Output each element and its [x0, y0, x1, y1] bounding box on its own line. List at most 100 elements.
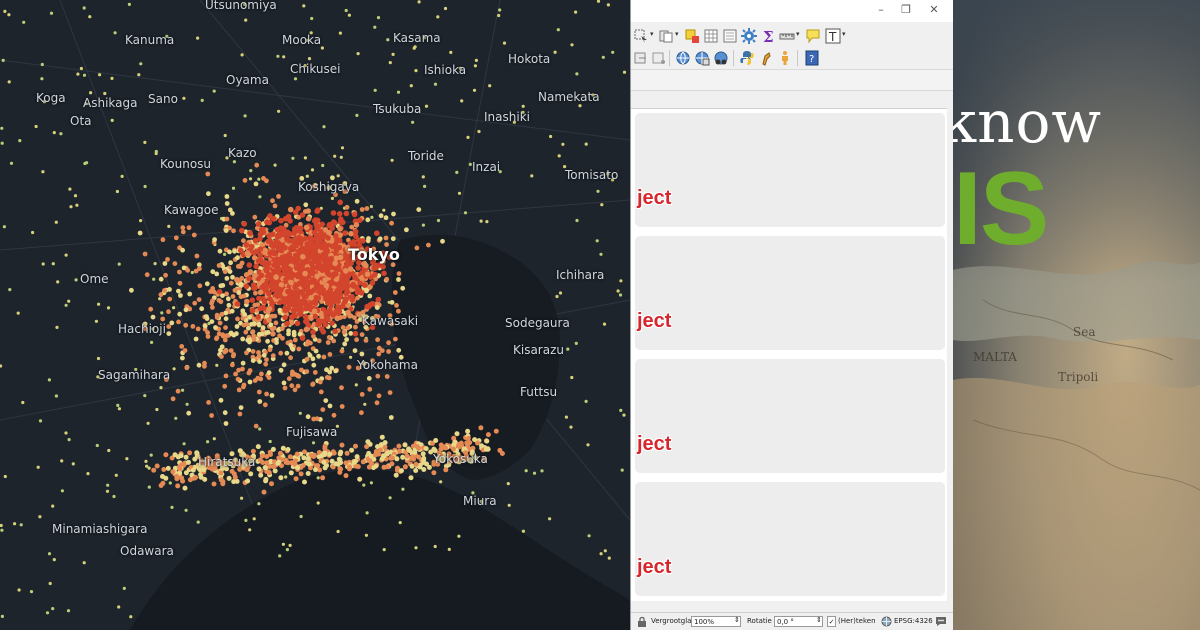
crs-label[interactable]: EPSG:4326 [894, 617, 933, 625]
map-point [570, 43, 574, 47]
map-point [68, 187, 72, 191]
dropdown-arrow-icon[interactable]: ▾ [675, 30, 679, 38]
select-feature-icon[interactable] [633, 28, 649, 44]
identify-person-icon[interactable] [777, 50, 793, 66]
svg-text:Σ: Σ [763, 28, 774, 44]
dropdown-arrow-icon[interactable]: ▾ [650, 30, 654, 38]
place-label: Mooka [282, 33, 322, 47]
map-point [252, 517, 256, 521]
map-point [390, 455, 395, 461]
map-point [144, 459, 148, 463]
crs-globe-icon[interactable] [881, 616, 892, 627]
map-point [327, 310, 334, 316]
python-console-icon[interactable] [739, 50, 755, 66]
map-point [241, 382, 247, 388]
add-wfs-layer-icon[interactable] [694, 50, 710, 66]
map-point [416, 454, 422, 460]
plugin-manager-icon[interactable] [758, 50, 774, 66]
map-point [270, 446, 276, 452]
map-point [186, 459, 191, 465]
map-point [413, 461, 419, 467]
map-point [312, 370, 318, 375]
map-point [234, 331, 239, 337]
map-point [117, 605, 121, 609]
map-point [237, 263, 243, 270]
project-card[interactable]: ject [635, 236, 945, 350]
map-point [228, 260, 234, 266]
add-wms-layer-icon[interactable] [675, 50, 691, 66]
map-point [381, 270, 387, 277]
map-point [258, 272, 265, 279]
rotation-spin-arrows-icon[interactable]: ⇕ [816, 616, 822, 624]
dropdown-arrow-icon[interactable]: ▾ [796, 30, 800, 38]
processing-gear-icon[interactable] [741, 28, 757, 44]
map-point [227, 207, 233, 213]
dropdown-arrow-icon[interactable]: ▾ [842, 30, 846, 38]
vertex-tool-icon[interactable] [651, 50, 667, 66]
map-point [222, 383, 228, 389]
project-card[interactable]: ject [635, 359, 945, 473]
maximize-button[interactable]: ❐ [894, 2, 918, 18]
map-point [56, 280, 60, 284]
map-point [122, 586, 126, 591]
measure-ruler-icon[interactable] [779, 28, 795, 44]
map-point [272, 203, 278, 209]
map-point [497, 13, 501, 18]
map-point [397, 448, 403, 454]
minimize-button[interactable]: – [869, 2, 893, 18]
copy-layer-icon[interactable] [658, 28, 674, 44]
map-point [271, 268, 277, 274]
field-calculator-icon[interactable] [722, 28, 738, 44]
add-wcs-layer-icon[interactable] [713, 50, 729, 66]
map-point [285, 305, 292, 312]
map-point [280, 445, 286, 451]
map-point [620, 468, 624, 472]
map-point [447, 547, 451, 552]
map-point [493, 428, 499, 434]
map-point [400, 285, 406, 291]
map-point [616, 289, 620, 293]
statistics-sigma-icon[interactable]: Σ [760, 28, 776, 44]
close-button[interactable]: ✕ [922, 2, 946, 18]
map-point [324, 367, 329, 373]
project-card[interactable]: ject [635, 482, 945, 596]
map-point [49, 11, 54, 15]
map-point [295, 465, 301, 471]
map-point [144, 272, 150, 278]
place-label: Hiratsuka [198, 455, 256, 469]
map-point [257, 177, 261, 181]
render-checkbox[interactable]: ✓ [827, 616, 836, 627]
map-point [241, 322, 247, 328]
help-book-icon[interactable]: ? [804, 50, 820, 66]
map-point [270, 353, 276, 358]
messages-icon[interactable] [935, 616, 947, 627]
map-point [273, 163, 277, 167]
digitize-icon[interactable] [633, 50, 649, 66]
map-tips-icon[interactable] [805, 28, 821, 44]
map-point [390, 236, 396, 242]
map-point [363, 338, 369, 343]
deselect-icon[interactable] [684, 28, 700, 44]
map-point [266, 305, 273, 312]
map-point [268, 439, 272, 444]
lock-scale-icon[interactable] [637, 616, 647, 628]
map-point [454, 431, 460, 437]
map-point [379, 434, 385, 440]
map-point [51, 262, 55, 266]
text-annotation-icon[interactable]: T [825, 28, 841, 44]
map-point [235, 376, 241, 382]
map-point [244, 18, 248, 22]
zoom-spin-arrows-icon[interactable]: ⇕ [734, 616, 740, 624]
map-point [277, 286, 283, 293]
place-label: Ome [80, 272, 109, 286]
attribute-table-icon[interactable] [703, 28, 719, 44]
point-density-map[interactable]: Utsunomiya Kanuma Mooka Kasama Chikusei Oyama… [0, 0, 630, 630]
map-point [289, 295, 295, 301]
map-point [103, 91, 107, 96]
project-card[interactable]: ject [635, 113, 945, 227]
map-point [153, 262, 157, 266]
map-point [212, 89, 216, 93]
map-point [507, 503, 511, 507]
map-point [376, 393, 382, 399]
map-point [264, 178, 269, 184]
